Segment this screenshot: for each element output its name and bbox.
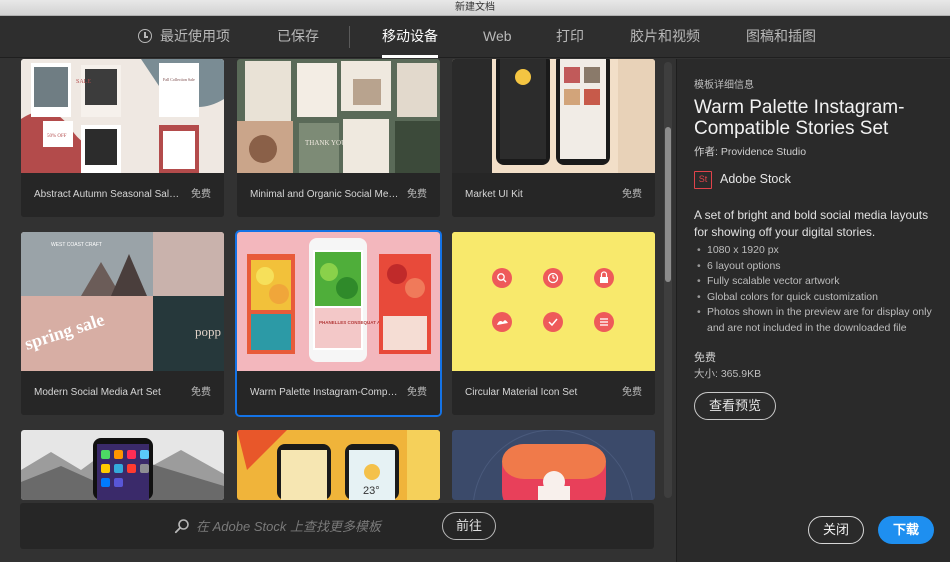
tab-print[interactable]: 打印	[556, 16, 584, 58]
card-title: Modern Social Media Art Set	[34, 387, 161, 398]
card-title: Market UI Kit	[465, 189, 523, 200]
card-price: 免费	[622, 189, 642, 200]
card-title: Warm Palette Instagram-Compatible Storie…	[250, 387, 400, 398]
stock-search-bar: 前往	[20, 503, 654, 549]
tab-saved[interactable]: 已保存	[277, 16, 319, 58]
thumb-pct-text: 50% OFF	[47, 134, 67, 139]
details-description: A set of bright and bold social media la…	[694, 208, 929, 239]
thumb-thankyou-text: THANK YOU	[305, 139, 346, 147]
details-section-label: 模板详细信息	[694, 80, 754, 91]
scrollbar-thumb[interactable]	[665, 127, 671, 282]
tab-mobile[interactable]: 移动设备	[382, 16, 438, 58]
tab-web[interactable]: Web	[483, 16, 512, 58]
template-card[interactable]: Market UI Kit 免费	[452, 59, 655, 217]
card-footer: Market UI Kit 免费	[452, 173, 655, 217]
card-title: Minimal and Organic Social Media Templat…	[250, 189, 400, 200]
search-input[interactable]	[196, 515, 456, 537]
thumb-popup-text: popp up brook	[195, 324, 224, 339]
template-card[interactable]	[21, 430, 224, 500]
template-card[interactable]: spring sale popp up brook WEST COAST CRA…	[21, 232, 224, 415]
template-thumbnail	[452, 430, 655, 500]
card-footer: Warm Palette Instagram-Compatible Storie…	[237, 371, 440, 415]
thumb-westcoast-text: WEST COAST CRAFT	[51, 242, 102, 248]
details-bullet: Global colors for quick customization	[697, 290, 947, 306]
tab-art-illustration[interactable]: 图稿和插图	[746, 16, 816, 58]
go-button[interactable]: 前往	[442, 512, 496, 540]
template-thumbnail	[452, 232, 655, 371]
tab-recent-label: 最近使用项	[160, 28, 230, 44]
template-card[interactable]: Circular Material Icon Set 免费	[452, 232, 655, 415]
search-icon	[174, 519, 189, 534]
tab-separator	[349, 26, 350, 48]
details-bullet: 6 layout options	[697, 259, 947, 275]
details-bullet-list: 1080 x 1920 px 6 layout options Fully sc…	[697, 243, 947, 336]
thumb-fall-text: Fall Collection Sale	[163, 77, 195, 82]
card-price: 免费	[407, 387, 427, 398]
template-card[interactable]: 23°	[237, 430, 440, 500]
card-title: Circular Material Icon Set	[465, 387, 578, 398]
details-size: 大小: 365.9KB	[694, 368, 762, 380]
template-thumbnail	[21, 430, 224, 500]
card-title: Abstract Autumn Seasonal Sales Instagram…	[34, 189, 184, 200]
template-card[interactable]	[452, 430, 655, 500]
adobe-stock-logo-icon: St	[694, 171, 712, 189]
template-thumbnail: PHANELLES CONSEQUAT ANTE	[237, 232, 440, 371]
grid-scrollbar[interactable]	[664, 62, 672, 498]
template-card[interactable]: SALE Fall Collection Sale 50% OFF Abstra…	[21, 59, 224, 217]
details-bullet: 1080 x 1920 px	[697, 243, 947, 259]
tab-film-video[interactable]: 胶片和视频	[630, 16, 700, 58]
download-button[interactable]: 下载	[878, 516, 934, 544]
close-button[interactable]: 关闭	[808, 516, 864, 544]
details-bullet: Fully scalable vector artwork	[697, 274, 947, 290]
template-details-panel: 模板详细信息 Warm Palette Instagram-Compatible…	[676, 59, 950, 562]
card-price: 免费	[191, 387, 211, 398]
details-price: 免费	[694, 352, 716, 364]
clock-icon	[138, 29, 152, 43]
template-card[interactable]: THANK YOU Minimal and Organic Social Med…	[237, 59, 440, 217]
details-bullet: Photos shown in the preview are for disp…	[697, 305, 947, 336]
template-thumbnail: spring sale popp up brook WEST COAST CRA…	[21, 232, 224, 371]
card-footer: Circular Material Icon Set 免费	[452, 371, 655, 415]
category-tabs: 最近使用项 已保存 移动设备 Web 打印 胶片和视频 图稿和插图	[0, 16, 950, 58]
template-thumbnail: 23°	[237, 430, 440, 500]
template-grid: SALE Fall Collection Sale 50% OFF Abstra…	[0, 59, 676, 562]
thumb-sale-text: SALE	[76, 79, 91, 85]
card-footer: Minimal and Organic Social Media Templat…	[237, 173, 440, 217]
template-card-selected[interactable]: PHANELLES CONSEQUAT ANTE Warm Palette In…	[235, 230, 442, 417]
tab-recent[interactable]: 最近使用项	[138, 16, 230, 58]
template-thumbnail: THANK YOU	[237, 59, 440, 173]
window-title: 新建文档	[0, 0, 950, 16]
card-footer: Abstract Autumn Seasonal Sales Instagram…	[21, 173, 224, 217]
card-price: 免费	[622, 387, 642, 398]
view-preview-button[interactable]: 查看预览	[694, 392, 776, 420]
thumb-phanelles-text: PHANELLES CONSEQUAT ANTE	[319, 320, 389, 325]
template-thumbnail	[452, 59, 655, 173]
details-author: 作者: Providence Studio	[694, 146, 807, 158]
card-price: 免费	[191, 189, 211, 200]
thumb-temp-text: 23°	[363, 485, 380, 497]
stock-provider-name: Adobe Stock	[720, 172, 791, 186]
card-footer: Modern Social Media Art Set 免费	[21, 371, 224, 415]
card-price: 免费	[407, 189, 427, 200]
details-title: Warm Palette Instagram-Compatible Storie…	[694, 97, 905, 139]
template-thumbnail: SALE Fall Collection Sale 50% OFF	[21, 59, 224, 173]
